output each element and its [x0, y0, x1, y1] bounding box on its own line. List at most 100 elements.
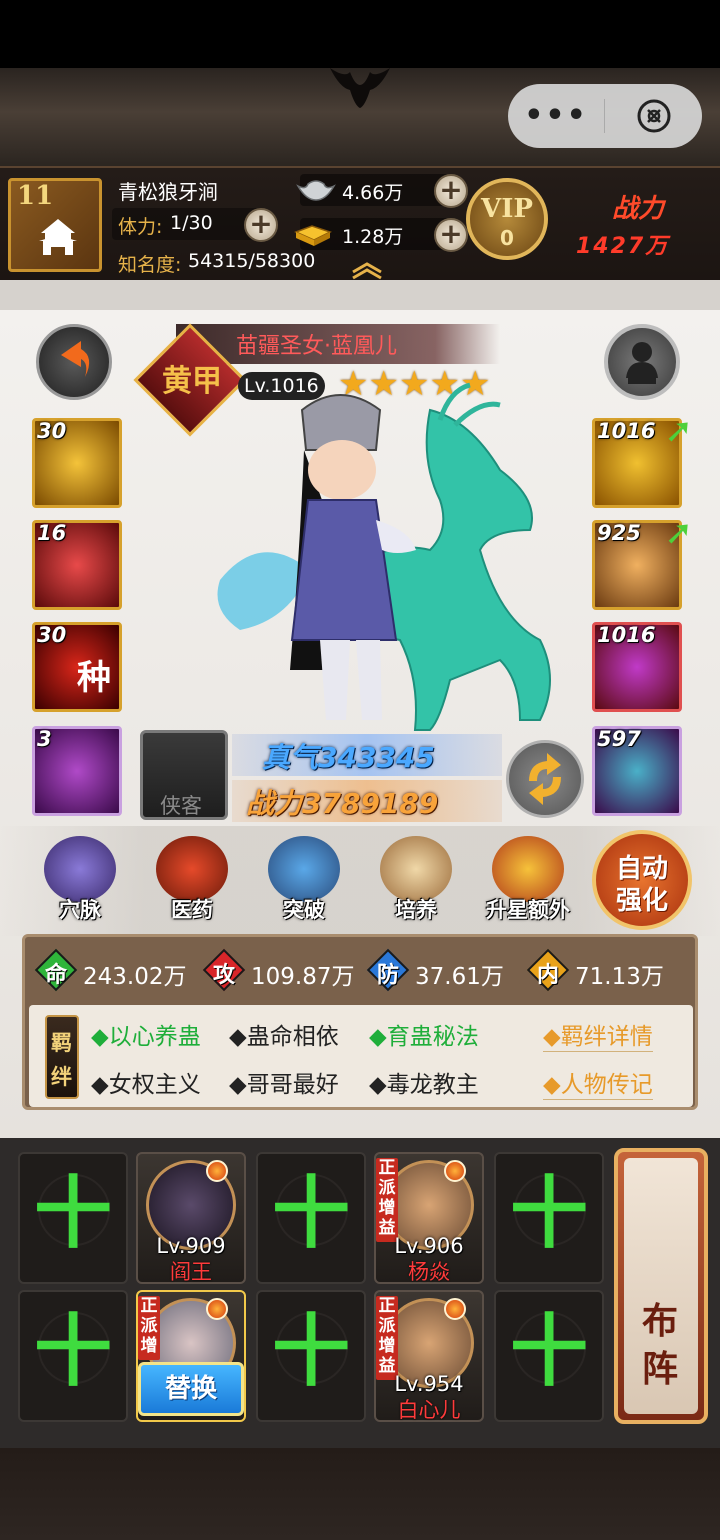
total-power-value: 1427万: [576, 234, 670, 259]
medicine-button[interactable]: 医药: [142, 830, 242, 930]
medicine-label: 医药: [171, 898, 213, 922]
skill-slot-4[interactable]: 3: [32, 726, 122, 816]
empty-team-slot[interactable]: 十: [494, 1152, 604, 1284]
notification-dot: [444, 1298, 466, 1320]
bond-area: 羁 绊 ◆以心养蛊 ◆蛊命相依 ◆育蛊秘法 ◆女权主义 ◆哥哥最好 ◆毒龙教主 …: [29, 1005, 693, 1107]
add-hero-icon: 十: [509, 1169, 588, 1259]
gold-value: 1.28万: [342, 226, 404, 248]
notification-dot: [206, 1298, 228, 1320]
cultivate-button[interactable]: 培养: [366, 830, 466, 930]
attribute-row: 命 243.02万 攻 109.87万 防 37.61万 内 71.13万: [25, 937, 695, 1005]
silver-ingot-icon: [296, 180, 336, 201]
add-hero-icon: 十: [509, 1307, 588, 1397]
bond-item: ◆蛊命相依: [229, 1024, 339, 1050]
add-gold-button[interactable]: +: [434, 218, 468, 252]
add-hero-icon: 十: [271, 1307, 350, 1397]
chevron-up-icon[interactable]: [350, 260, 384, 280]
back-button[interactable]: [36, 324, 112, 400]
hero-name: 苗疆圣女·蓝凰儿: [236, 334, 397, 359]
team-hero-level: Lv.954: [394, 1372, 464, 1396]
equip-slot-3[interactable]: 1016: [592, 622, 682, 712]
star-up-button[interactable]: 升星额外: [478, 830, 578, 930]
biography-link[interactable]: ◆人物传记: [543, 1065, 653, 1100]
empty-team-slot[interactable]: 十: [18, 1290, 128, 1422]
hero-portrait: [217, 382, 551, 731]
internal-icon: 内: [526, 948, 570, 992]
skill-slot-3[interactable]: 30 种: [32, 622, 122, 712]
vip-label: VIP: [481, 194, 533, 224]
skill-slot-1-count: 30: [37, 419, 67, 443]
replace-button[interactable]: 替换: [138, 1362, 244, 1416]
scholar-icon: [268, 836, 340, 902]
hero-detail-panel: 黄甲 苗疆圣女·蓝凰儿 Lv.1016 ★ ★ ★ ★ ★ 30 16 30 种 3 1…: [0, 310, 720, 1138]
breakthrough-button[interactable]: 突破: [254, 830, 354, 930]
player-level-badge[interactable]: 11: [8, 178, 102, 272]
add-hero-icon: 十: [33, 1307, 112, 1397]
empty-team-slot[interactable]: 十: [256, 1290, 366, 1422]
equip-slot-1[interactable]: 1016 ➚: [592, 411, 693, 508]
skill-slot-3-count: 30: [37, 623, 67, 647]
auto-enhance-button[interactable]: 自动 强化: [592, 830, 692, 930]
bond-tag: 羁 绊: [45, 1015, 79, 1099]
divider-band: [0, 280, 720, 310]
equip-slot-3-count: 1016: [597, 623, 656, 647]
add-stamina-button[interactable]: +: [244, 208, 278, 242]
empty-team-slot[interactable]: 十: [18, 1152, 128, 1284]
attack-icon: 攻: [202, 948, 246, 992]
hp-icon: 命: [34, 948, 78, 992]
stamina-value: 1/30: [170, 212, 213, 234]
defense-value: 37.61万: [415, 964, 504, 990]
faction-tag: 正派增益: [376, 1296, 398, 1380]
fame-value: 54315/58300: [188, 250, 316, 272]
herb-icon: [156, 836, 228, 902]
add-hero-icon: 十: [33, 1169, 112, 1259]
star-up-label: 升星额外: [486, 898, 570, 922]
bond-tag-char2: 绊: [51, 1065, 72, 1089]
skill-slot-3-mark: 种: [77, 658, 111, 698]
defense-icon: 防: [366, 948, 410, 992]
empty-team-slot[interactable]: 十: [256, 1152, 366, 1284]
miniprogram-capsule: •••: [508, 84, 702, 148]
formation-label-2: 阵: [642, 1348, 679, 1390]
team-hero-slot[interactable]: Lv.909 阎王: [136, 1152, 246, 1284]
rank-button[interactable]: [604, 324, 680, 400]
equip-slot-4[interactable]: 597: [592, 726, 682, 816]
add-silver-button[interactable]: +: [434, 174, 468, 208]
zhenqi-value: 真气343345: [262, 741, 435, 774]
faction-tag: 正派增益: [376, 1158, 398, 1242]
upgrade-arrow-icon: ➚: [664, 411, 694, 451]
formation-button[interactable]: 布 阵: [614, 1148, 708, 1424]
vip-badge[interactable]: VIP 0: [466, 178, 548, 260]
team-hero-name: 阎王: [170, 1260, 212, 1284]
notification-dot: [444, 1160, 466, 1182]
status-bar: [0, 0, 720, 68]
bond-item: ◆以心养蛊: [91, 1024, 201, 1050]
bond-item: ◆毒龙教主: [369, 1072, 479, 1098]
attack-value: 109.87万: [251, 964, 355, 990]
cultivate-label: 培养: [395, 898, 437, 922]
bottom-band: [0, 1448, 720, 1540]
bond-tag-char1: 羁: [51, 1031, 72, 1055]
ellipsis-icon[interactable]: •••: [508, 101, 604, 131]
equip-slot-4-count: 597: [597, 727, 641, 751]
pagoda-icon: [39, 219, 77, 255]
skill-slot-1[interactable]: 30: [32, 418, 122, 508]
team-hero-slot[interactable]: 正派增益 Lv.954 白心儿: [374, 1290, 484, 1422]
roof-ornament: [330, 68, 390, 108]
meditate-icon: [44, 836, 116, 902]
skill-slot-2[interactable]: 16: [32, 520, 122, 610]
faction-tag: 正派增: [138, 1296, 160, 1360]
swap-hero-button[interactable]: [506, 740, 584, 818]
team-hero-slot[interactable]: 正派增益 Lv.906 杨焱: [374, 1152, 484, 1284]
acupoint-button[interactable]: 穴脉: [30, 830, 130, 930]
gift-icon: [492, 836, 564, 902]
bond-detail-link[interactable]: ◆羁绊详情: [543, 1017, 653, 1052]
team-hero-name: 杨焱: [408, 1260, 450, 1284]
empty-team-slot[interactable]: 十: [494, 1290, 604, 1422]
equip-slot-2-count: 925: [597, 521, 641, 545]
close-circle-icon[interactable]: [605, 98, 702, 134]
stamina-label: 体力:: [118, 216, 163, 238]
notification-dot: [206, 1160, 228, 1182]
equip-slot-2[interactable]: 925 ➚: [592, 513, 693, 610]
bond-item: ◆女权主义: [91, 1072, 201, 1098]
